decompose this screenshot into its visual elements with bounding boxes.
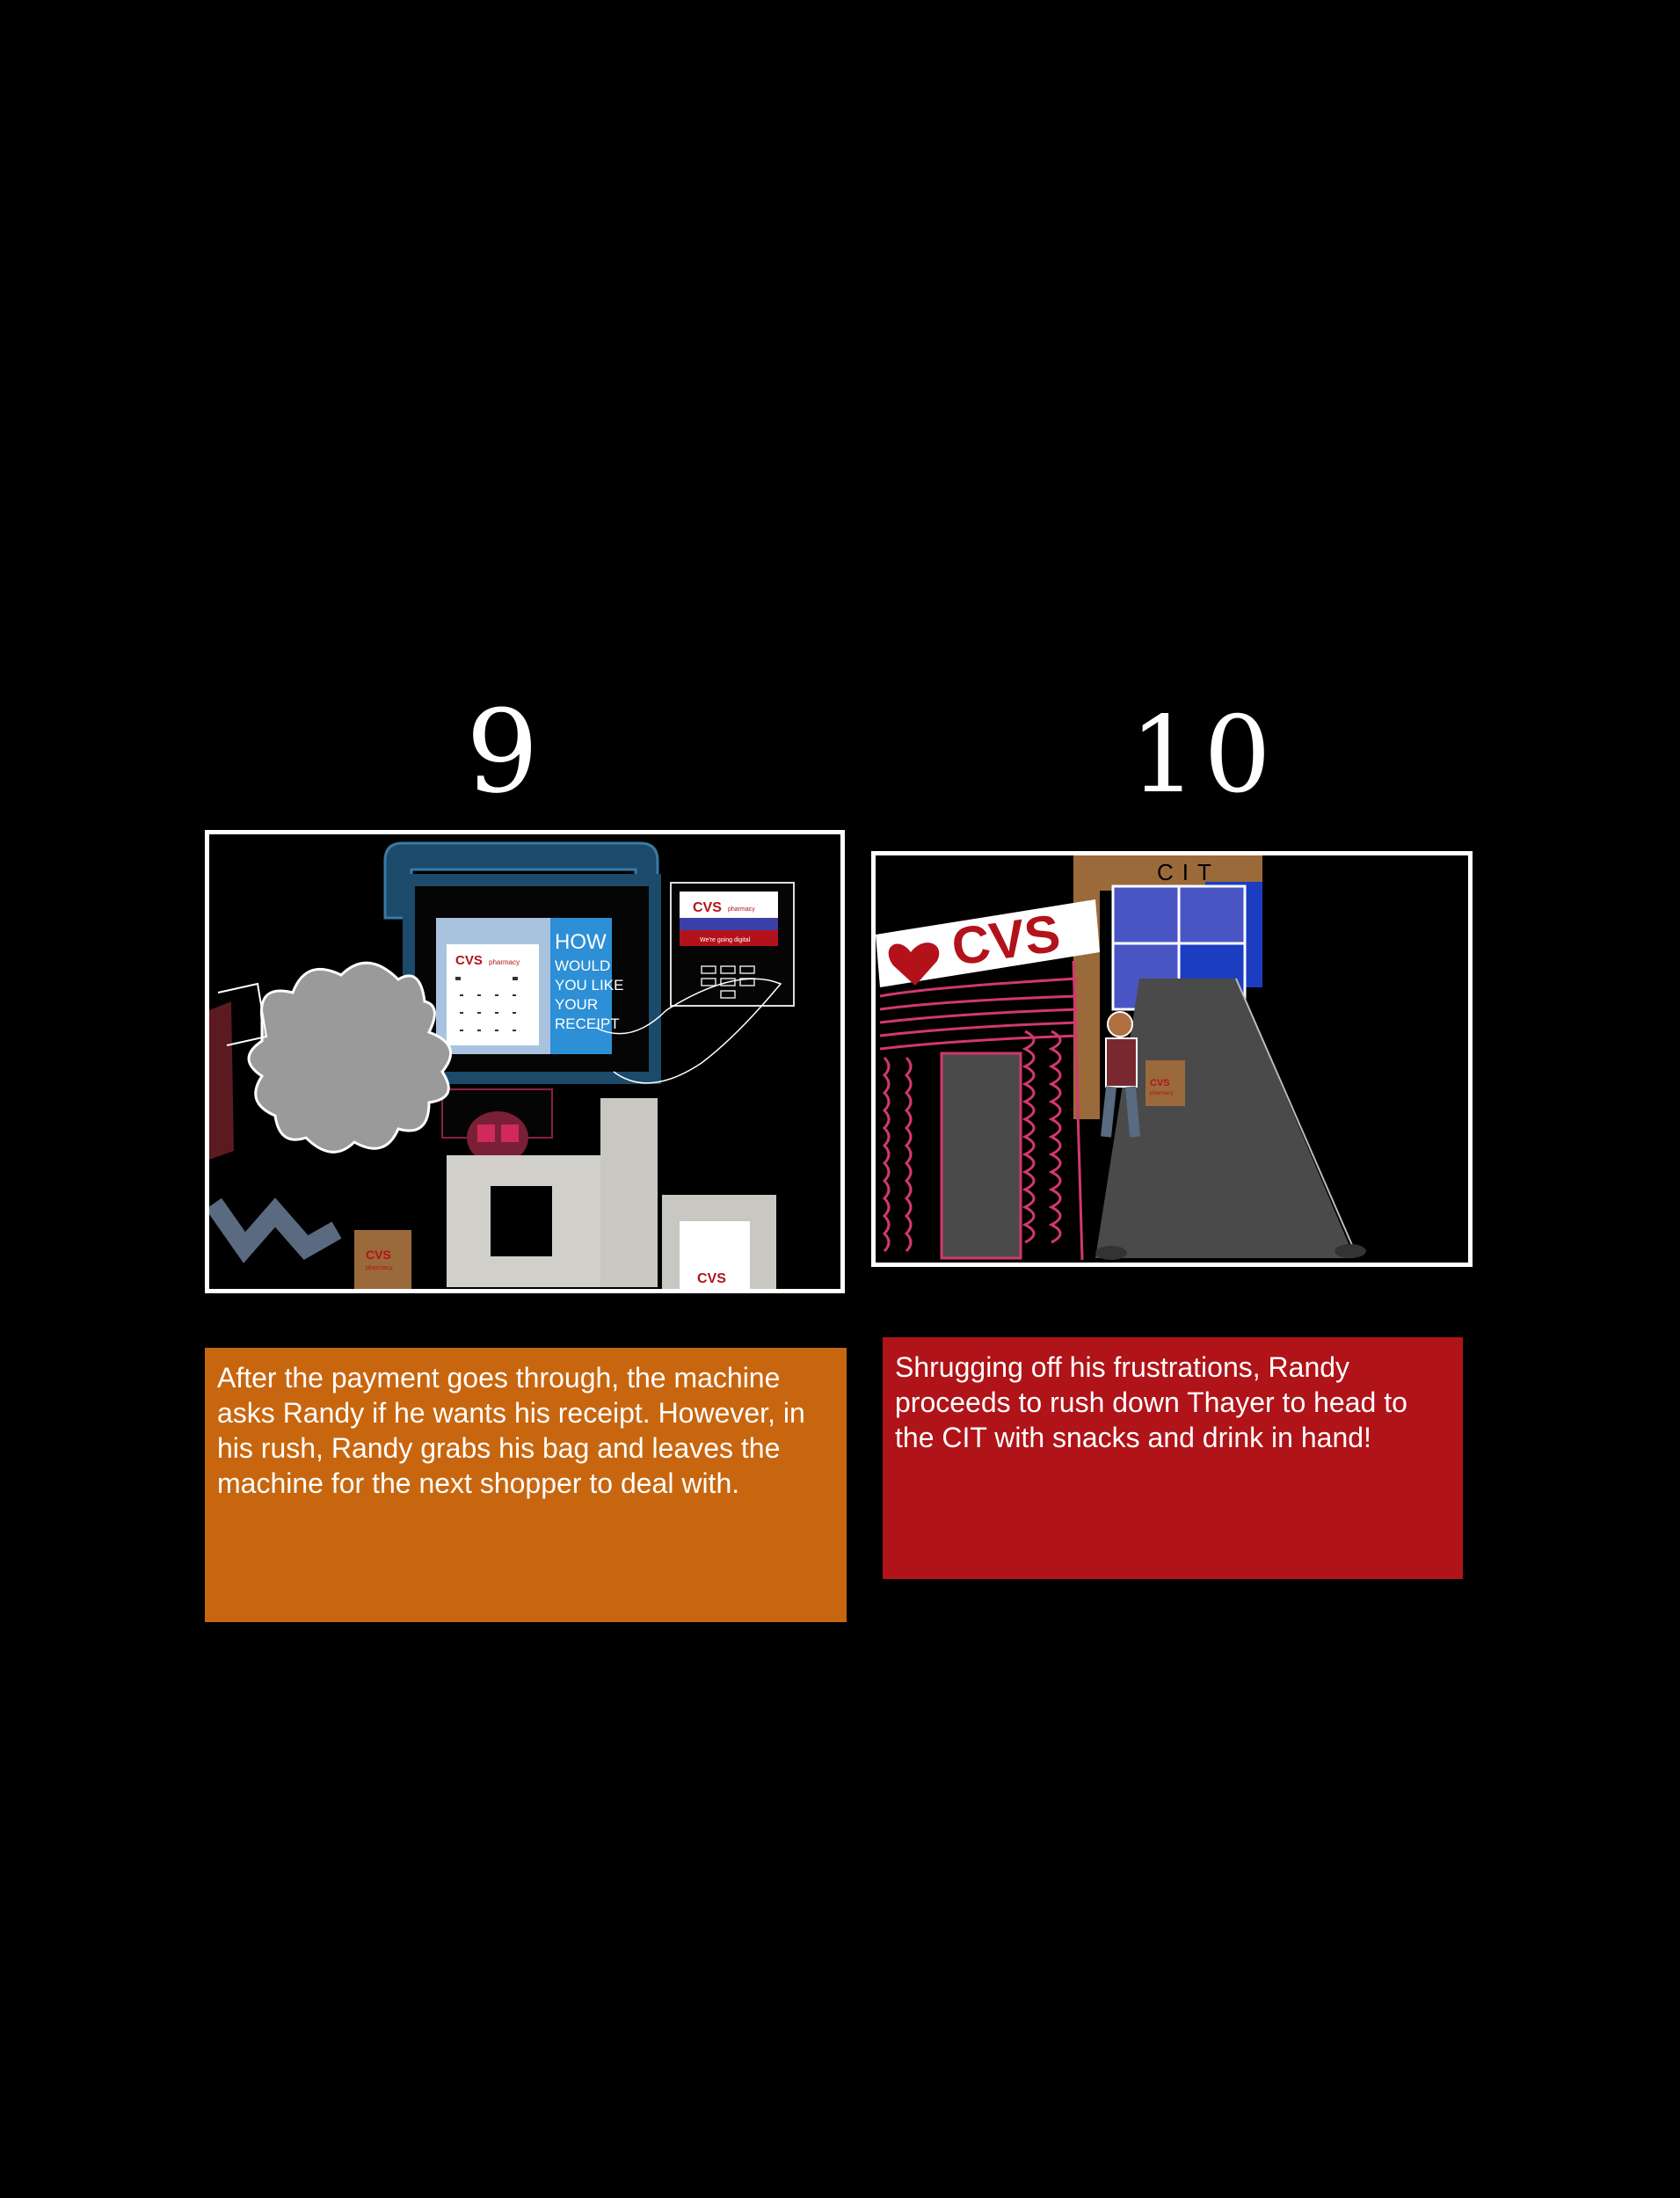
bag-brand-sub: pharmacy <box>366 1265 393 1271</box>
screen-brand: CVS <box>455 953 483 968</box>
dust-cloud <box>247 961 452 1154</box>
receipt-slot <box>491 1186 552 1256</box>
prompt-line-4: YOUR <box>555 996 598 1013</box>
panel-9-number: 9 <box>466 685 539 819</box>
machine-side <box>600 1098 658 1287</box>
card-reader-tagline: We're going digital <box>700 937 751 943</box>
panel-10-number: 10 <box>1130 695 1278 817</box>
bag-brand: CVS <box>366 1248 391 1262</box>
street-scene-drawing: CIT CVS CVS pharmacy <box>876 855 1366 1261</box>
panel-9-illustration: CVS pharmacy HOW WOULD YOU LIKE YOUR REC… <box>205 830 845 1293</box>
prompt-line-5: RECEIPT <box>555 1015 620 1032</box>
cit-sign: CIT <box>1157 859 1220 885</box>
prompt-line-2: WOULD <box>555 957 610 974</box>
cvs-store-sign: CVS <box>948 903 1063 977</box>
running-legs <box>209 1197 342 1263</box>
store-door <box>940 1052 1022 1260</box>
self-checkout-drawing: CVS pharmacy HOW WOULD YOU LIKE YOUR REC… <box>209 841 795 1289</box>
prompt-line-1: HOW <box>555 930 607 954</box>
card-reader-brand-sub: pharmacy <box>728 906 755 913</box>
randy-bag-brand-sub: pharmacy <box>1150 1091 1173 1096</box>
panel-10-illustration: CIT CVS CVS pharmacy <box>871 851 1473 1267</box>
card-reader-brand: CVS <box>693 900 722 915</box>
randy-bag-brand: CVS <box>1150 1078 1170 1088</box>
panel-9-caption: After the payment goes through, the mach… <box>205 1348 847 1622</box>
panel-10-caption: Shrugging off his frustrations, Randy pr… <box>883 1337 1463 1579</box>
bin-label: CVS <box>697 1271 726 1286</box>
screen-brand-sub: pharmacy <box>489 958 520 966</box>
prompt-line-3: YOU LIKE <box>555 977 623 993</box>
